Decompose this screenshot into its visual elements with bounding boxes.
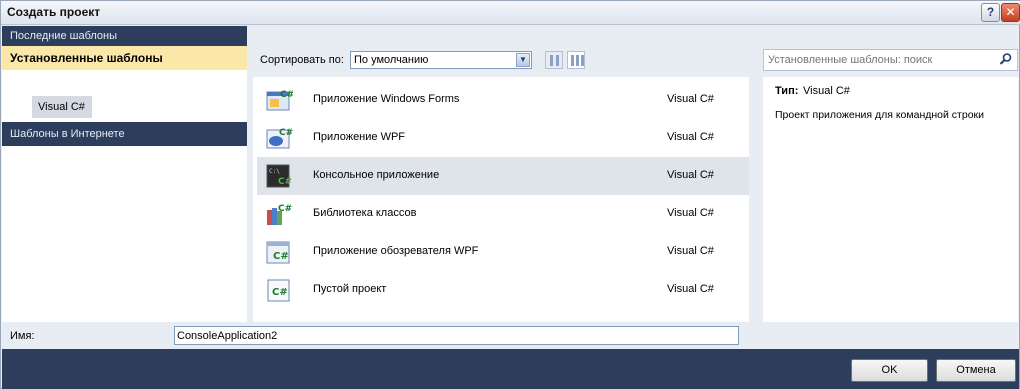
svg-text:C#: C#	[279, 128, 293, 138]
list-view-button[interactable]	[567, 51, 585, 69]
template-language: Visual C#	[667, 245, 714, 257]
template-categories-panel: Последние шаблоны Установленные шаблоны …	[2, 26, 247, 322]
sort-label: Сортировать по:	[260, 54, 344, 66]
template-name: Приложение WPF	[313, 131, 406, 143]
empty-project-icon: C#	[267, 279, 290, 302]
new-project-dialog: Создать проект ? ✕ Последние шаблоны Уст…	[0, 0, 1020, 389]
template-name: Приложение обозревателя WPF	[313, 245, 479, 257]
svg-text:C#: C#	[272, 287, 288, 298]
class-library-icon: C#	[267, 204, 292, 225]
template-language: Visual C#	[667, 169, 714, 181]
ok-button[interactable]: OK	[851, 359, 928, 382]
template-list: C# Приложение Windows Forms Visual C# C#…	[253, 77, 749, 322]
title-bar: Создать проект ? ✕	[1, 1, 1020, 25]
svg-text:C#: C#	[278, 204, 292, 214]
windows-forms-icon: C#	[266, 90, 293, 111]
sidebar-item-installed-templates[interactable]: Установленные шаблоны	[2, 46, 247, 70]
cancel-button[interactable]: Отмена	[936, 359, 1016, 382]
template-name: Консольное приложение	[313, 169, 440, 181]
project-name-input[interactable]	[174, 326, 739, 345]
svg-text:C#: C#	[273, 251, 289, 262]
name-label: Имя:	[10, 330, 35, 342]
template-language: Visual C#	[667, 283, 714, 295]
template-name: Приложение Windows Forms	[313, 93, 460, 105]
list-item-class-library[interactable]: C# Библиотека классов Visual C#	[257, 195, 749, 233]
wpf-browser-icon: C#	[266, 241, 290, 264]
list-item-console-app[interactable]: C:\ C# Консольное приложение Visual C#	[257, 157, 749, 195]
sidebar-item-visual-csharp[interactable]: Visual C#	[32, 96, 92, 118]
template-search-box	[763, 49, 1018, 71]
list-item-empty-project[interactable]: C# Пустой проект Visual C#	[257, 271, 749, 309]
project-name-row: Имя:	[2, 323, 1019, 349]
template-name: Пустой проект	[313, 283, 387, 295]
type-value: Visual C#	[803, 85, 850, 97]
template-language: Visual C#	[667, 131, 714, 143]
search-input[interactable]	[768, 53, 988, 67]
type-label: Тип:	[775, 85, 799, 97]
svg-text:C#: C#	[280, 90, 293, 100]
small-icons-view-button[interactable]	[545, 51, 563, 69]
template-description: Проект приложения для командной строки	[775, 109, 985, 121]
template-language: Visual C#	[667, 207, 714, 219]
chevron-down-icon[interactable]: ▼	[516, 53, 530, 67]
close-button[interactable]: ✕	[1001, 3, 1020, 22]
sidebar-item-online-templates[interactable]: Шаблоны в Интернете	[2, 122, 247, 146]
console-icon: C:\ C#	[266, 164, 292, 188]
search-icon[interactable]	[999, 52, 1013, 66]
template-language: Visual C#	[667, 93, 714, 105]
sort-toolbar: Сортировать по: По умолчанию ▼	[253, 49, 753, 73]
list-item-windows-forms[interactable]: C# Приложение Windows Forms Visual C#	[257, 81, 749, 119]
template-name: Библиотека классов	[313, 207, 417, 219]
dialog-footer: OK Отмена	[2, 349, 1019, 389]
template-details-panel: Тип: Visual C# Проект приложения для ком…	[763, 77, 1018, 322]
help-button[interactable]: ?	[981, 3, 1000, 22]
wpf-icon: C#	[266, 128, 293, 149]
list-item-wpf[interactable]: C# Приложение WPF Visual C#	[257, 119, 749, 157]
svg-text:C:\: C:\	[269, 168, 280, 175]
sort-dropdown[interactable]: По умолчанию ▼	[350, 51, 532, 69]
sidebar-item-recent-templates[interactable]: Последние шаблоны	[2, 26, 247, 46]
sort-dropdown-value: По умолчанию	[354, 54, 429, 66]
list-item-wpf-browser[interactable]: C# Приложение обозревателя WPF Visual C#	[257, 233, 749, 271]
svg-text:C#: C#	[278, 177, 292, 187]
dialog-title: Создать проект	[7, 5, 101, 19]
